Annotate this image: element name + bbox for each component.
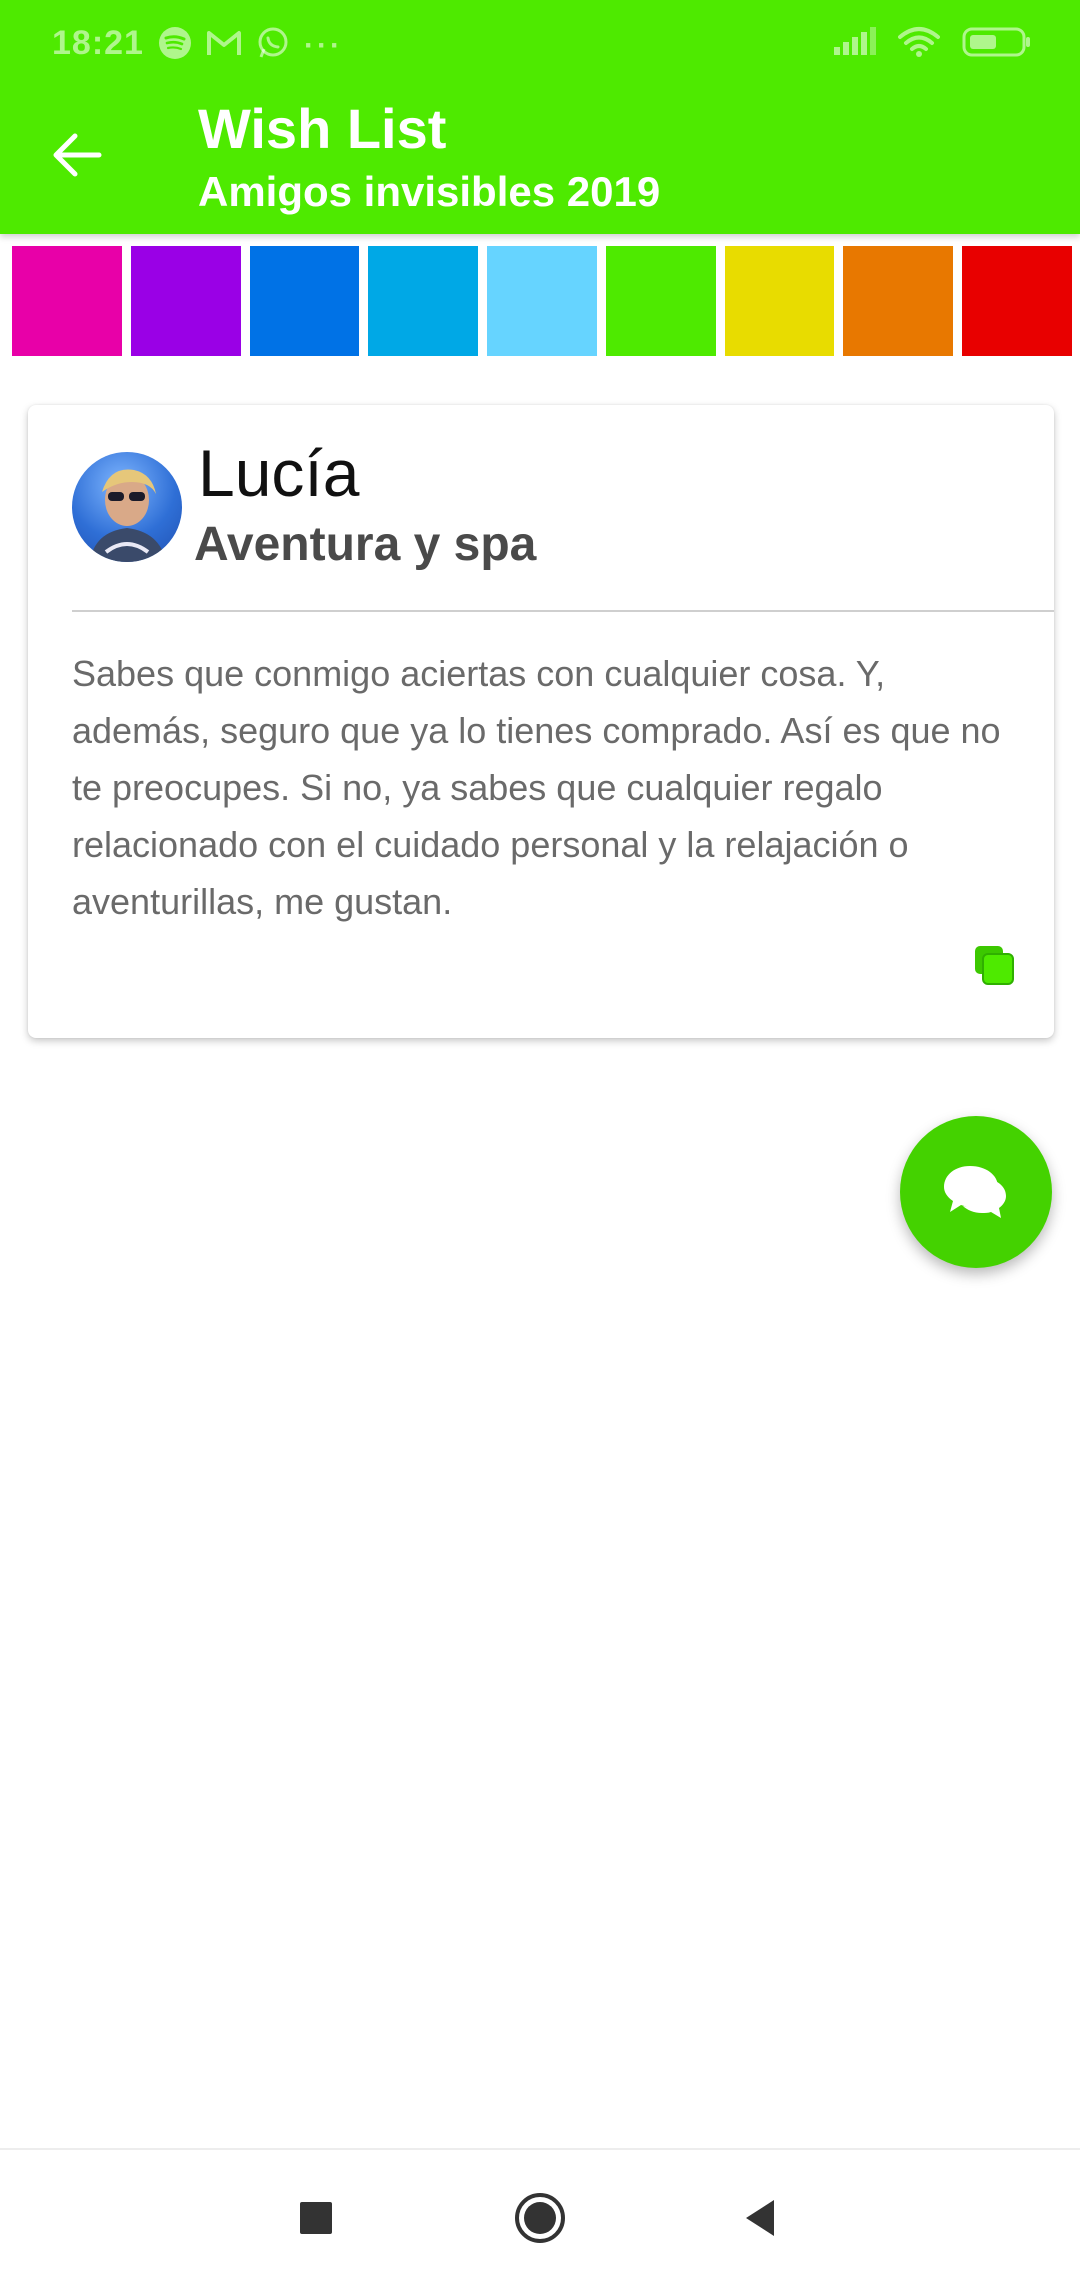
color-swatch-5[interactable] bbox=[487, 246, 597, 356]
arrow-left-icon bbox=[53, 133, 102, 177]
whatsapp-icon bbox=[256, 26, 290, 65]
back-triangle-icon bbox=[746, 2200, 774, 2236]
chat-icon bbox=[944, 1166, 1006, 1218]
color-swatch-4[interactable] bbox=[368, 246, 479, 356]
status-time: 18:21 bbox=[52, 24, 144, 62]
home-button[interactable] bbox=[502, 2180, 578, 2256]
recents-square-icon bbox=[300, 2202, 332, 2234]
cellular-signal-icon bbox=[832, 27, 876, 62]
page-title: Wish List bbox=[198, 97, 447, 160]
home-circle-icon bbox=[515, 2193, 565, 2243]
notification-icons: ··· bbox=[158, 26, 343, 65]
color-swatch-row bbox=[12, 246, 1073, 356]
back-nav-button[interactable] bbox=[722, 2180, 798, 2256]
copy-icon bbox=[975, 946, 1014, 985]
color-swatch-9[interactable] bbox=[962, 246, 1073, 356]
color-swatch-6[interactable] bbox=[605, 246, 716, 356]
more-notifications-icon: ··· bbox=[304, 28, 343, 62]
back-button[interactable] bbox=[42, 120, 112, 190]
recents-button[interactable] bbox=[278, 2180, 354, 2256]
status-bar: 18:21 ··· bbox=[0, 0, 1080, 90]
color-swatch-2[interactable] bbox=[130, 246, 241, 356]
system-nav-bar bbox=[0, 2148, 1080, 2280]
color-swatch-8[interactable] bbox=[843, 246, 954, 356]
system-icons bbox=[832, 26, 1032, 63]
color-swatch-7[interactable] bbox=[724, 246, 835, 356]
person-name: Lucía bbox=[198, 436, 360, 510]
spotify-icon bbox=[158, 26, 192, 65]
wish-card: Lucía Aventura y spa Sabes que conmigo a… bbox=[28, 405, 1054, 1038]
wish-description: Sabes que conmigo aciertas con cualquier… bbox=[72, 653, 1001, 922]
color-swatch-1[interactable] bbox=[12, 246, 122, 356]
app-bar: 18:21 ··· Wish List Amigos invisibles 20… bbox=[0, 0, 1080, 234]
color-swatch-3[interactable] bbox=[249, 246, 360, 356]
divider bbox=[72, 610, 1054, 612]
wifi-icon bbox=[898, 26, 940, 63]
wish-title: Aventura y spa bbox=[194, 518, 537, 571]
avatar bbox=[72, 452, 182, 562]
screen: 18:21 ··· Wish List Amigos invisibles 20… bbox=[0, 0, 1080, 2280]
copy-button[interactable] bbox=[972, 943, 1018, 989]
chat-fab-button[interactable] bbox=[900, 1116, 1052, 1268]
page-subtitle: Amigos invisibles 2019 bbox=[198, 168, 661, 215]
gmail-icon bbox=[206, 28, 242, 63]
battery-icon bbox=[962, 26, 1032, 63]
